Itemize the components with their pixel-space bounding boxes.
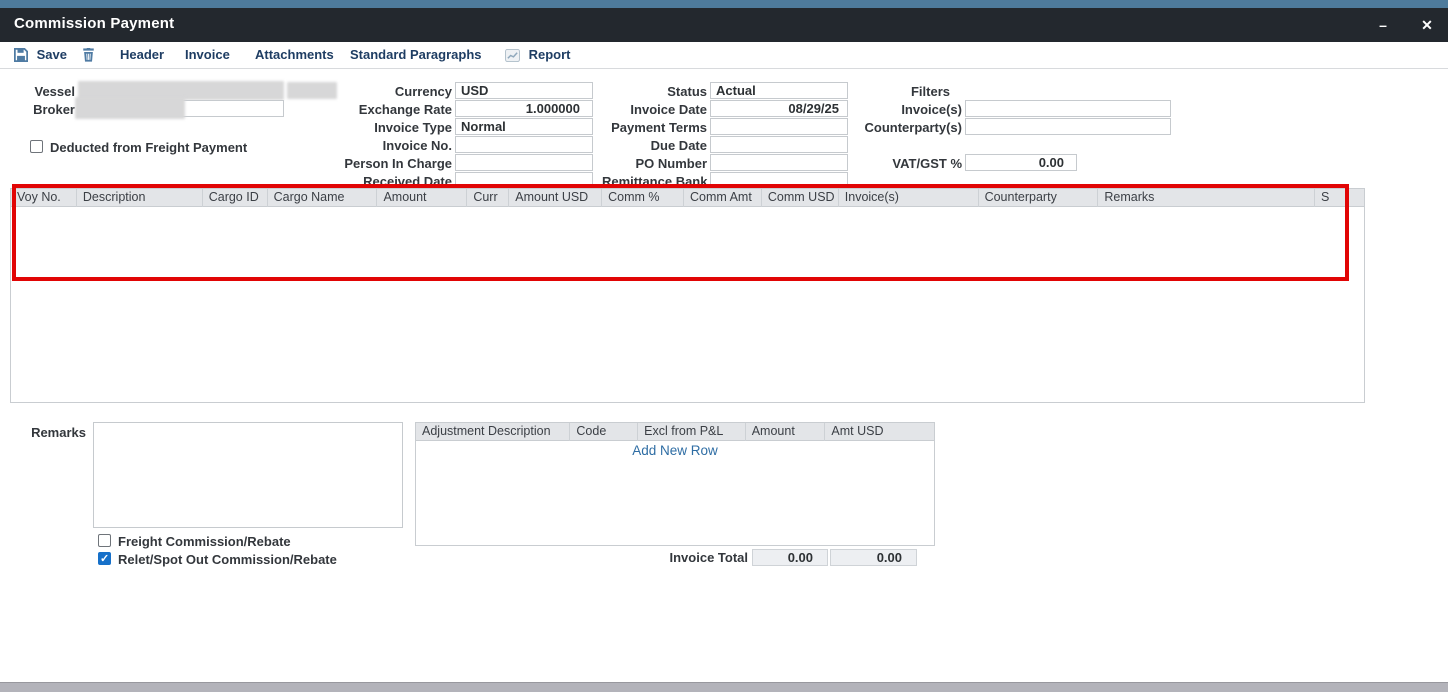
due-date-field[interactable] (710, 136, 848, 153)
filter-counterparties-label: Counterparty(s) (840, 120, 962, 135)
invoice-type-label: Invoice Type (330, 120, 452, 135)
broker-value-redacted (75, 97, 185, 119)
currency-label: Currency (330, 84, 452, 99)
save-label: Save (37, 47, 67, 62)
minimize-button[interactable]: – (1372, 14, 1394, 36)
status-field[interactable]: Actual (710, 82, 848, 99)
col-adj-amount[interactable]: Amount (746, 423, 826, 441)
add-new-row-link[interactable]: Add New Row (415, 443, 935, 458)
window-title: Commission Payment (14, 15, 174, 32)
menu-invoice[interactable]: Invoice (185, 47, 230, 62)
menu-attachments[interactable]: Attachments (255, 47, 334, 62)
broker-label: Broker (0, 102, 75, 117)
invoice-total-amount-usd: 0.00 (830, 549, 917, 566)
invoice-no-label: Invoice No. (330, 138, 452, 153)
col-spacer (1348, 189, 1364, 207)
menu-header[interactable]: Header (120, 47, 164, 62)
filter-counterparties-field[interactable] (965, 118, 1171, 135)
report-chart-icon (505, 50, 524, 65)
person-in-charge-label: Person In Charge (330, 156, 452, 171)
window-titlebar: Commission Payment – ✕ (0, 8, 1448, 42)
col-code[interactable]: Code (570, 423, 638, 441)
invoice-no-field[interactable] (455, 136, 593, 153)
vat-gst-label: VAT/GST % (840, 156, 962, 171)
trash-icon (82, 50, 95, 65)
filter-invoices-field[interactable] (965, 100, 1171, 117)
adjustments-grid-header: Adjustment Description Code Excl from P&… (416, 423, 934, 441)
person-in-charge-field[interactable] (455, 154, 593, 171)
po-number-label: PO Number (602, 156, 707, 171)
freight-commission-label: Freight Commission/Rebate (118, 534, 291, 549)
relet-spot-out-checkbox[interactable] (98, 552, 111, 565)
background-window-strip (0, 0, 1448, 8)
vessel-label: Vessel (0, 84, 75, 99)
payment-terms-label: Payment Terms (602, 120, 707, 135)
close-button[interactable]: ✕ (1416, 14, 1438, 36)
currency-field[interactable]: USD (455, 82, 593, 99)
freight-commission-checkbox[interactable] (98, 534, 111, 547)
save-button[interactable]: Save (14, 47, 67, 65)
filter-invoices-label: Invoice(s) (840, 102, 962, 117)
report-label: Report (529, 47, 571, 62)
save-icon (14, 50, 32, 65)
col-adjustment-description[interactable]: Adjustment Description (416, 423, 570, 441)
highlight-box (12, 184, 1349, 281)
col-excl-from-pl[interactable]: Excl from P&L (638, 423, 746, 441)
vat-gst-field[interactable]: 0.00 (965, 154, 1077, 171)
adjustments-grid[interactable]: Adjustment Description Code Excl from P&… (415, 422, 935, 546)
invoice-total-label: Invoice Total (600, 550, 748, 565)
exchange-rate-label: Exchange Rate (330, 102, 452, 117)
relet-spot-out-label: Relet/Spot Out Commission/Rebate (118, 552, 337, 567)
invoice-type-field[interactable]: Normal (455, 118, 593, 135)
po-number-field[interactable] (710, 154, 848, 171)
exchange-rate-field[interactable]: 1.000000 (455, 100, 593, 117)
filters-heading: Filters (840, 84, 950, 99)
due-date-label: Due Date (602, 138, 707, 153)
toolbar: Save Header Invoice Attachments Standard… (0, 42, 1448, 69)
background-status-bar (0, 682, 1448, 692)
remarks-label: Remarks (0, 425, 86, 440)
report-button[interactable]: Report (505, 47, 571, 65)
invoice-total-amount: 0.00 (752, 549, 828, 566)
invoice-date-field[interactable]: 08/29/25 (710, 100, 848, 117)
status-label: Status (602, 84, 707, 99)
payment-terms-field[interactable] (710, 118, 848, 135)
menu-standard-paragraphs[interactable]: Standard Paragraphs (350, 47, 482, 62)
remarks-textarea[interactable] (93, 422, 403, 528)
deducted-from-freight-label: Deducted from Freight Payment (50, 140, 247, 155)
commission-payment-window: Commission Payment – ✕ Save Header Invoi… (0, 0, 1448, 692)
col-amt-usd[interactable]: Amt USD (825, 423, 934, 441)
deducted-from-freight-checkbox[interactable] (30, 140, 43, 153)
invoice-date-label: Invoice Date (602, 102, 707, 117)
delete-button[interactable] (82, 47, 100, 65)
